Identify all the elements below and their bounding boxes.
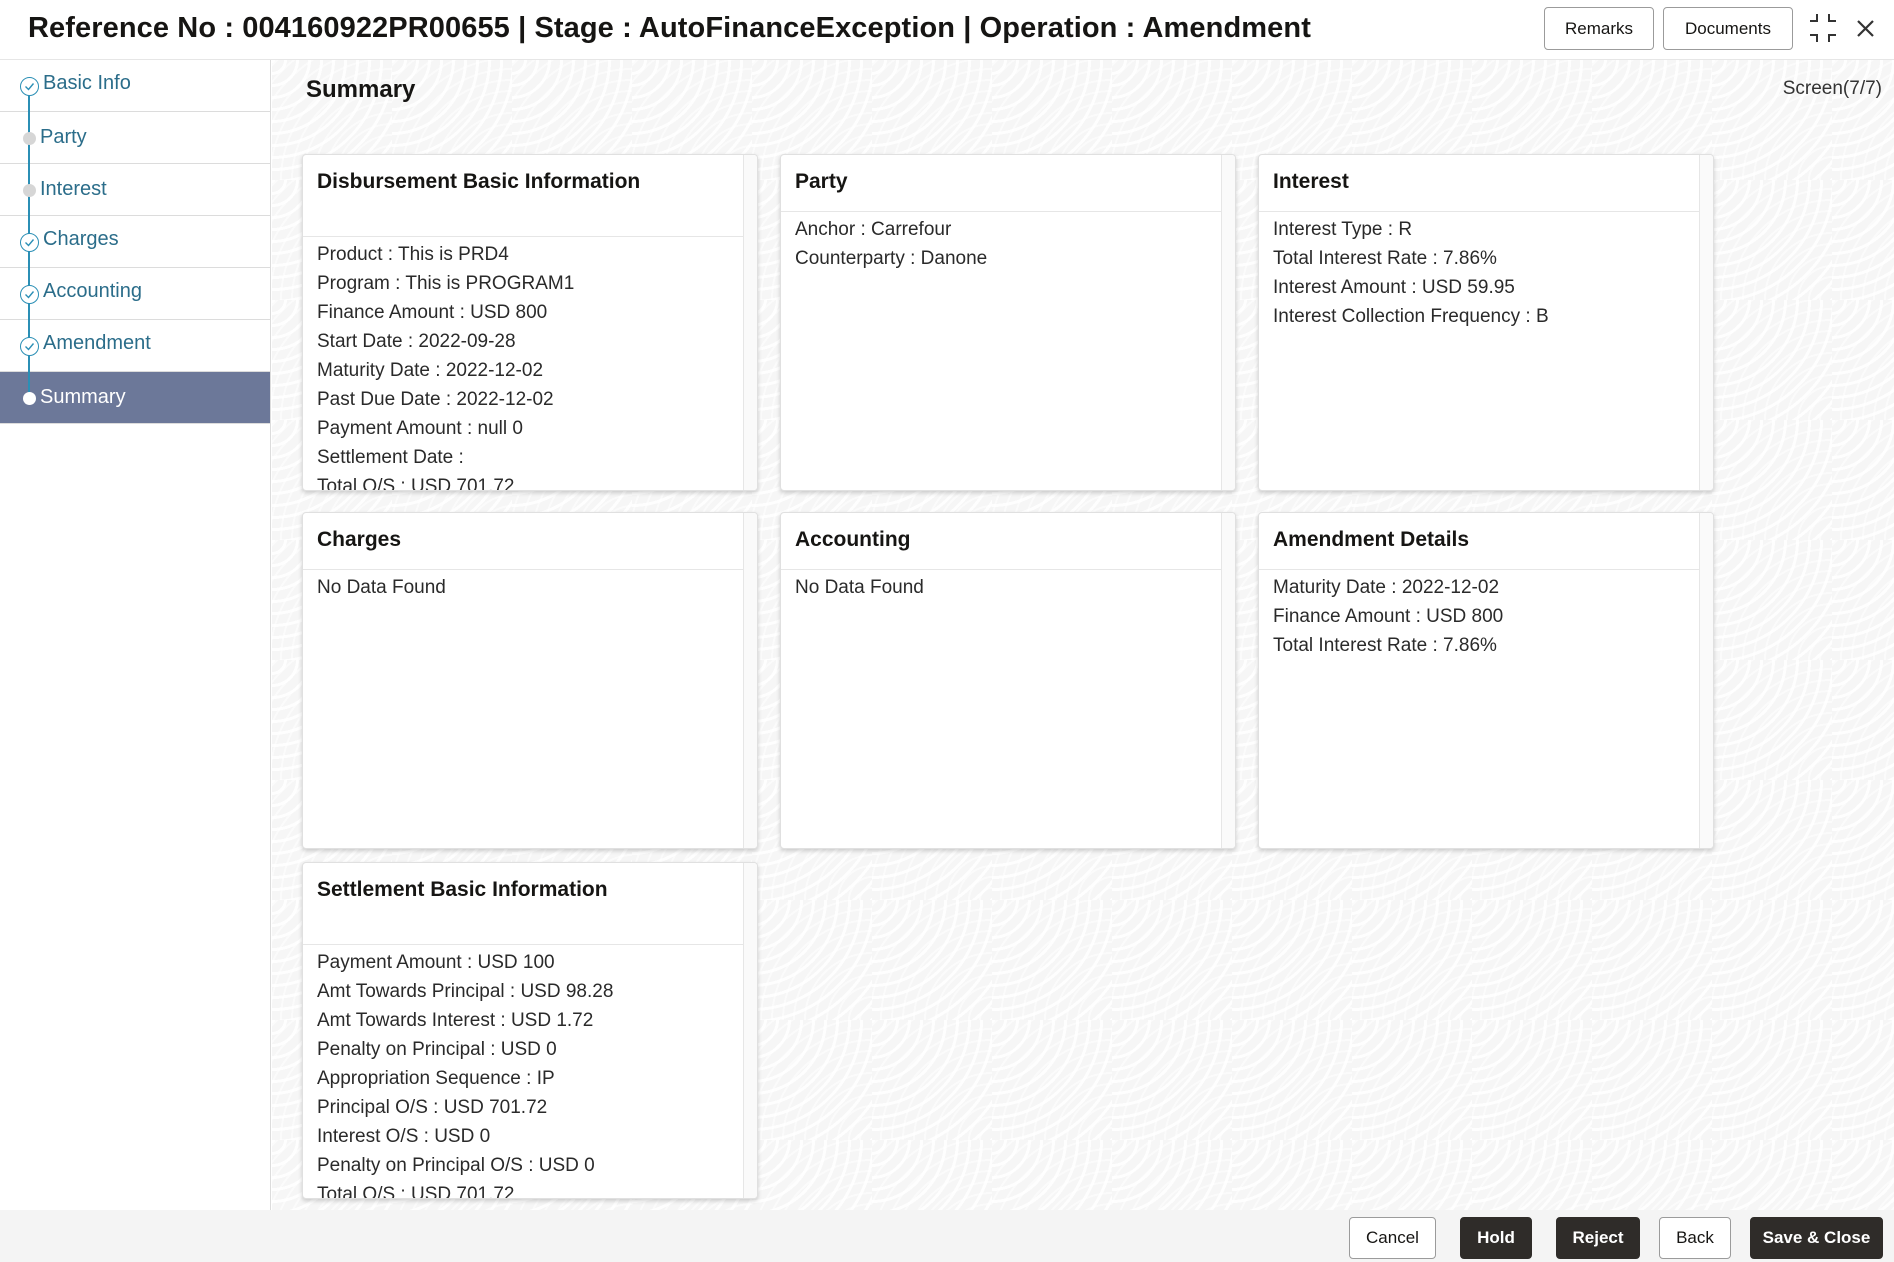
card-row: Appropriation Sequence : IP <box>317 1068 555 1089</box>
sidebar-item-label: Summary <box>40 386 126 408</box>
screen-counter: Screen(7/7) <box>1782 78 1882 99</box>
remarks-button[interactable]: Remarks <box>1544 7 1654 50</box>
page-title: Reference No : 004160922PR00655 | Stage … <box>28 12 1311 44</box>
card-row: Interest Amount : USD 59.95 <box>1273 277 1515 298</box>
card-row: Maturity Date : 2022-12-02 <box>1273 577 1500 598</box>
collapse-icon[interactable] <box>1806 10 1840 46</box>
card-row: Penalty on Principal O/S : USD 0 <box>317 1155 595 1176</box>
card-row: Interest O/S : USD 0 <box>317 1126 491 1147</box>
card-body: No Data Found <box>303 570 757 602</box>
sidebar-item-accounting[interactable]: Accounting <box>0 268 270 320</box>
card-row: Amt Towards Interest : USD 1.72 <box>317 1010 594 1031</box>
section-title: Summary <box>306 76 416 103</box>
interest-card[interactable]: Interest Interest Type : R Total Interes… <box>1258 154 1714 491</box>
card-row: Amt Towards Principal : USD 98.28 <box>317 981 614 1002</box>
sidebar-item-basic-info[interactable]: Basic Info <box>0 60 270 112</box>
charges-card[interactable]: Charges No Data Found <box>302 512 758 849</box>
sidebar-item-label: Party <box>40 126 87 148</box>
card-row: Principal O/S : USD 701.72 <box>317 1097 548 1118</box>
card-body: Anchor : Carrefour Counterparty : Danone <box>781 212 1235 273</box>
card-row: Total O/S : USD 701.72 <box>317 1184 515 1199</box>
sidebar-item-amendment[interactable]: Amendment <box>0 320 270 372</box>
card-body: Maturity Date : 2022-12-02 Finance Amoun… <box>1259 570 1713 660</box>
card-row: Interest Collection Frequency : B <box>1273 306 1549 327</box>
card-scrollbar[interactable] <box>743 863 757 1198</box>
summary-panel: Summary Screen(7/7) Disbursement Basic I… <box>272 60 1894 1210</box>
card-row: No Data Found <box>795 577 924 598</box>
card-row: Total O/S : USD 701.72 <box>317 476 515 491</box>
card-row: Interest Type : R <box>1273 219 1413 240</box>
card-row: No Data Found <box>317 577 446 598</box>
sidebar-item-summary[interactable]: Summary <box>0 372 270 424</box>
card-row: Penalty on Principal : USD 0 <box>317 1039 557 1060</box>
card-row: Payment Amount : null 0 <box>317 418 523 439</box>
check-circle-icon <box>20 337 39 356</box>
settlement-info-card[interactable]: Settlement Basic Information Payment Amo… <box>302 862 758 1199</box>
card-scrollbar[interactable] <box>1221 155 1235 490</box>
sidebar-item-label: Amendment <box>43 332 151 354</box>
dot-icon <box>23 132 36 145</box>
card-scrollbar[interactable] <box>1221 513 1235 848</box>
card-row: Payment Amount : USD 100 <box>317 952 555 973</box>
sidebar-item-interest[interactable]: Interest <box>0 164 270 216</box>
card-title: Charges <box>303 513 757 570</box>
card-row: Product : This is PRD4 <box>317 244 509 265</box>
disbursement-info-card[interactable]: Disbursement Basic Information Product :… <box>302 154 758 491</box>
check-circle-icon <box>20 285 39 304</box>
amendment-details-card[interactable]: Amendment Details Maturity Date : 2022-1… <box>1258 512 1714 849</box>
card-scrollbar[interactable] <box>743 513 757 848</box>
card-row: Finance Amount : USD 800 <box>1273 606 1504 627</box>
card-row: Past Due Date : 2022-12-02 <box>317 389 554 410</box>
sidebar-item-label: Basic Info <box>43 72 131 94</box>
sidebar-item-label: Accounting <box>43 280 142 302</box>
card-row: Total Interest Rate : 7.86% <box>1273 635 1497 656</box>
save-close-button[interactable]: Save & Close <box>1750 1217 1883 1259</box>
card-row: Settlement Date : <box>317 447 464 468</box>
card-body: Interest Type : R Total Interest Rate : … <box>1259 212 1713 331</box>
card-title: Amendment Details <box>1259 513 1713 570</box>
card-row: Program : This is PROGRAM1 <box>317 273 575 294</box>
card-title: Interest <box>1259 155 1713 212</box>
card-row: Total Interest Rate : 7.86% <box>1273 248 1497 269</box>
card-title: Settlement Basic Information <box>303 863 757 945</box>
card-scrollbar[interactable] <box>1699 513 1713 848</box>
close-icon[interactable] <box>1848 10 1882 46</box>
card-scrollbar[interactable] <box>743 155 757 490</box>
back-button[interactable]: Back <box>1659 1217 1731 1259</box>
header-bar: Reference No : 004160922PR00655 | Stage … <box>0 0 1894 60</box>
sidebar-item-label: Interest <box>40 178 107 200</box>
party-card[interactable]: Party Anchor : Carrefour Counterparty : … <box>780 154 1236 491</box>
card-title: Accounting <box>781 513 1235 570</box>
sidebar-item-charges[interactable]: Charges <box>0 216 270 268</box>
reject-button[interactable]: Reject <box>1556 1217 1640 1259</box>
documents-button[interactable]: Documents <box>1663 7 1793 50</box>
card-title: Party <box>781 155 1235 212</box>
sidebar-item-label: Charges <box>43 228 119 250</box>
accounting-card[interactable]: Accounting No Data Found <box>780 512 1236 849</box>
card-body: No Data Found <box>781 570 1235 602</box>
dot-icon <box>23 184 36 197</box>
sidebar-item-party[interactable]: Party <box>0 112 270 164</box>
card-row: Start Date : 2022-09-28 <box>317 331 516 352</box>
card-title: Disbursement Basic Information <box>303 155 757 237</box>
sidebar-nav: Basic Info Party Interest Charges Accoun… <box>0 60 271 1210</box>
dot-icon <box>23 392 36 405</box>
card-row: Finance Amount : USD 800 <box>317 302 548 323</box>
card-body: Payment Amount : USD 100 Amt Towards Pri… <box>303 945 757 1199</box>
card-row: Maturity Date : 2022-12-02 <box>317 360 544 381</box>
card-body: Product : This is PRD4 Program : This is… <box>303 237 757 491</box>
card-row: Anchor : Carrefour <box>795 219 952 240</box>
card-scrollbar[interactable] <box>1699 155 1713 490</box>
check-circle-icon <box>20 233 39 252</box>
check-circle-icon <box>20 77 39 96</box>
cancel-button[interactable]: Cancel <box>1349 1217 1436 1259</box>
hold-button[interactable]: Hold <box>1460 1217 1532 1259</box>
card-row: Counterparty : Danone <box>795 248 988 269</box>
